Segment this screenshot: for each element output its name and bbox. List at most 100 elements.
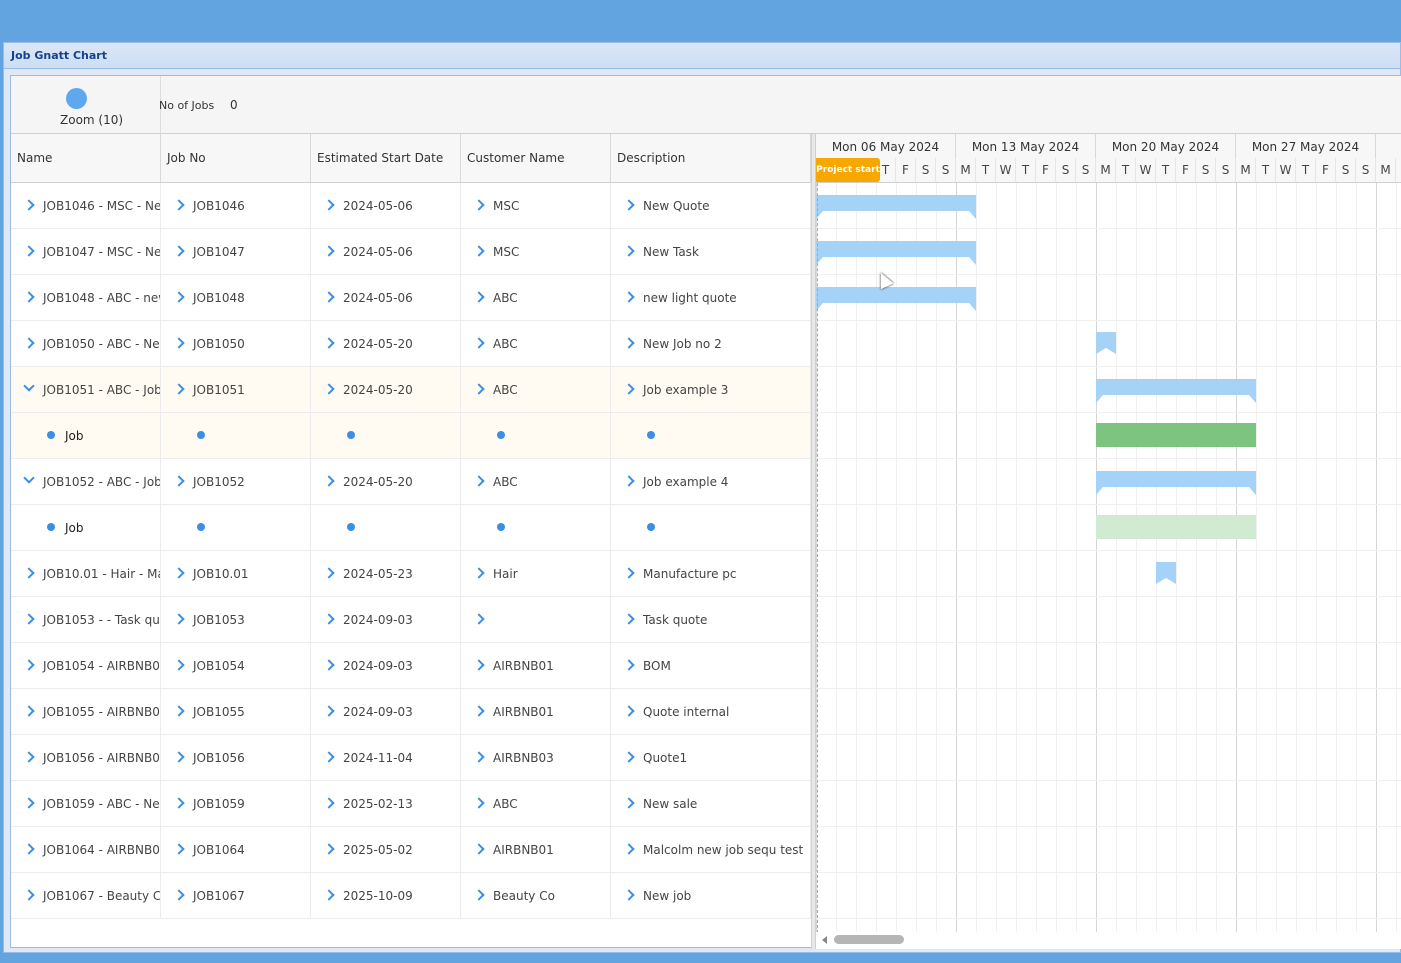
chevron-right-icon[interactable] [473,337,485,349]
chevron-right-icon[interactable] [173,751,185,763]
chevron-right-icon[interactable] [173,797,185,809]
chevron-right-icon[interactable] [173,567,185,579]
scroll-thumb[interactable] [834,935,904,944]
chevron-right-icon[interactable] [473,889,485,901]
table-row[interactable]: JOB1046 - MSC - New Quote JOB1046 2024-05-… [11,183,811,229]
task-bar[interactable] [1096,423,1256,447]
chevron-right-icon[interactable] [173,383,185,395]
milestone-marker[interactable] [1096,332,1116,354]
table-row[interactable]: JOB1050 - ABC - New Job no 2 JOB1050 2024-… [11,321,811,367]
task-bar[interactable] [1096,515,1256,539]
chevron-right-icon[interactable] [473,199,485,211]
chevron-right-icon[interactable] [173,613,185,625]
chevron-right-icon[interactable] [473,613,485,625]
chevron-right-icon[interactable] [23,245,35,257]
chevron-right-icon[interactable] [473,705,485,717]
chevron-right-icon[interactable] [173,199,185,211]
chevron-right-icon[interactable] [623,659,635,671]
chevron-right-icon[interactable] [323,889,335,901]
chevron-right-icon[interactable] [623,613,635,625]
chevron-down-icon[interactable] [23,472,35,484]
chevron-right-icon[interactable] [323,751,335,763]
chevron-right-icon[interactable] [623,567,635,579]
chevron-right-icon[interactable] [173,475,185,487]
chevron-right-icon[interactable] [23,843,35,855]
chevron-right-icon[interactable] [323,613,335,625]
table-row[interactable]: JOB1052 - ABC - Job example 4 JOB1052 2024… [11,459,811,505]
column-header-name[interactable]: Name [11,134,161,182]
chevron-right-icon[interactable] [323,797,335,809]
chevron-right-icon[interactable] [323,659,335,671]
summary-bar[interactable] [816,241,976,265]
chevron-right-icon[interactable] [173,337,185,349]
table-row[interactable]: JOB1051 - ABC - Job example 3 JOB1051 2024… [11,367,811,413]
chevron-right-icon[interactable] [473,291,485,303]
chevron-right-icon[interactable] [23,291,35,303]
chevron-right-icon[interactable] [623,199,635,211]
chevron-right-icon[interactable] [623,475,635,487]
column-header-description[interactable]: Description [611,134,811,182]
chevron-right-icon[interactable] [473,567,485,579]
table-row[interactable]: JOB1059 - ABC - New sale JOB1059 2025-02-1… [11,781,811,827]
table-row[interactable]: JOB1064 - AIRBNB01 - Malcolm new job seq… [11,827,811,873]
chevron-right-icon[interactable] [473,797,485,809]
chevron-right-icon[interactable] [23,797,35,809]
chevron-right-icon[interactable] [23,337,35,349]
chevron-right-icon[interactable] [323,567,335,579]
chevron-right-icon[interactable] [623,291,635,303]
summary-bar[interactable] [1096,471,1256,495]
table-row[interactable]: JOB1055 - AIRBNB01 - Quote internal JOB10… [11,689,811,735]
chevron-right-icon[interactable] [323,843,335,855]
sub-row[interactable]: Job [11,505,811,551]
chevron-down-icon[interactable] [23,380,35,392]
chevron-right-icon[interactable] [473,659,485,671]
gantt-scrollbar[interactable] [816,932,1401,949]
chevron-right-icon[interactable] [23,889,35,901]
chevron-right-icon[interactable] [173,889,185,901]
chevron-right-icon[interactable] [323,705,335,717]
sub-row[interactable]: Job [11,413,811,459]
table-row[interactable]: JOB1048 - ABC - new light quote JOB1048 20… [11,275,811,321]
column-header-customer[interactable]: Customer Name [461,134,611,182]
chevron-right-icon[interactable] [623,751,635,763]
chevron-right-icon[interactable] [473,843,485,855]
column-header-start-date[interactable]: Estimated Start Date [311,134,461,182]
chevron-right-icon[interactable] [173,705,185,717]
chevron-right-icon[interactable] [623,245,635,257]
table-row[interactable]: JOB1067 - Beauty Co - New job JOB1067 2025… [11,873,811,919]
chevron-right-icon[interactable] [323,291,335,303]
table-row[interactable]: JOB1054 - AIRBNB01 - BOM JOB1054 2024-09-0… [11,643,811,689]
chevron-right-icon[interactable] [323,475,335,487]
chevron-right-icon[interactable] [173,245,185,257]
summary-bar[interactable] [816,287,976,311]
milestone-marker[interactable] [1156,562,1176,584]
chevron-right-icon[interactable] [323,383,335,395]
chevron-right-icon[interactable] [623,797,635,809]
chevron-right-icon[interactable] [173,291,185,303]
chevron-right-icon[interactable] [23,199,35,211]
chevron-right-icon[interactable] [473,383,485,395]
chevron-right-icon[interactable] [473,751,485,763]
table-row[interactable]: JOB1047 - MSC - New Task JOB1047 2024-05-0… [11,229,811,275]
chevron-right-icon[interactable] [23,659,35,671]
chevron-right-icon[interactable] [623,889,635,901]
chevron-right-icon[interactable] [23,567,35,579]
chevron-right-icon[interactable] [173,843,185,855]
chevron-right-icon[interactable] [623,337,635,349]
summary-bar[interactable] [1096,379,1256,403]
table-row[interactable]: JOB1053 - - Task quote JOB1053 2024-09-03 T… [11,597,811,643]
chevron-right-icon[interactable] [323,199,335,211]
chevron-right-icon[interactable] [23,751,35,763]
scroll-left-arrow-icon[interactable] [822,936,827,944]
chevron-right-icon[interactable] [323,245,335,257]
chevron-right-icon[interactable] [473,475,485,487]
chevron-right-icon[interactable] [173,659,185,671]
chevron-right-icon[interactable] [23,705,35,717]
chevron-right-icon[interactable] [473,245,485,257]
column-header-job-no[interactable]: Job No [161,134,311,182]
summary-bar[interactable] [816,195,976,219]
chevron-right-icon[interactable] [623,843,635,855]
table-row[interactable]: JOB1056 - AIRBNB03 - Quote1 JOB1056 2024-1… [11,735,811,781]
chevron-right-icon[interactable] [23,613,35,625]
zoom-button[interactable] [66,88,87,109]
